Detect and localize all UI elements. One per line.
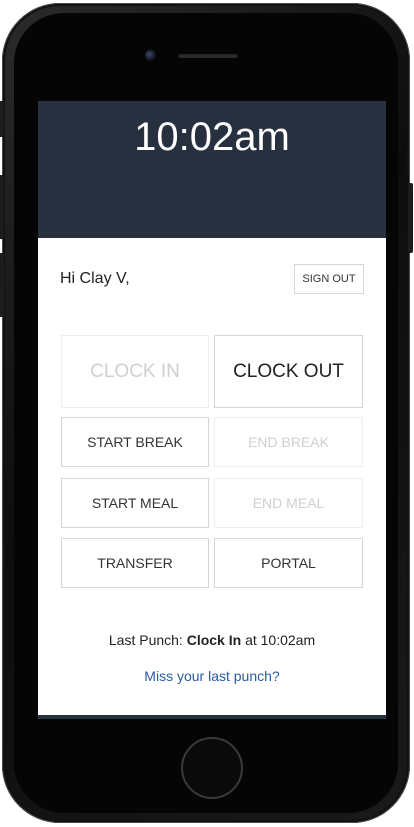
greeting-row: Hi Clay V, SIGN OUT [60,264,364,294]
power-button [408,183,413,253]
end-break-button[interactable]: END BREAK [214,417,363,467]
current-time: 10:02am [134,115,290,159]
greeting-text: Hi Clay V, [60,270,130,287]
clock-in-button[interactable]: CLOCK IN [61,335,209,408]
volume-up-button [0,175,4,239]
mute-switch [0,101,4,137]
clock-out-button[interactable]: CLOCK OUT [214,335,363,408]
start-meal-button[interactable]: START MEAL [61,478,209,528]
last-punch-type: Clock In [186,632,242,648]
app-screen: 10:02am Hi Clay V, SIGN OUT CLOCK IN CLO… [38,101,386,719]
front-camera-icon [145,50,156,61]
transfer-button[interactable]: TRANSFER [61,538,209,588]
earpiece-speaker [178,53,238,58]
sign-out-button[interactable]: SIGN OUT [294,264,364,294]
time-header: 10:02am [38,101,386,238]
portal-button[interactable]: PORTAL [214,538,363,588]
home-button[interactable] [181,737,243,799]
last-punch-time: at 10:02am [245,632,316,648]
last-punch-label: Last Punch: [108,632,183,648]
screen-bottom-bar [38,715,386,719]
start-break-button[interactable]: START BREAK [61,417,209,467]
volume-down-button [0,253,4,317]
last-punch-status: Last Punch: Clock In at 10:02am [38,632,386,648]
end-meal-button[interactable]: END MEAL [214,478,363,528]
miss-punch-link[interactable]: Miss your last punch? [38,668,386,684]
